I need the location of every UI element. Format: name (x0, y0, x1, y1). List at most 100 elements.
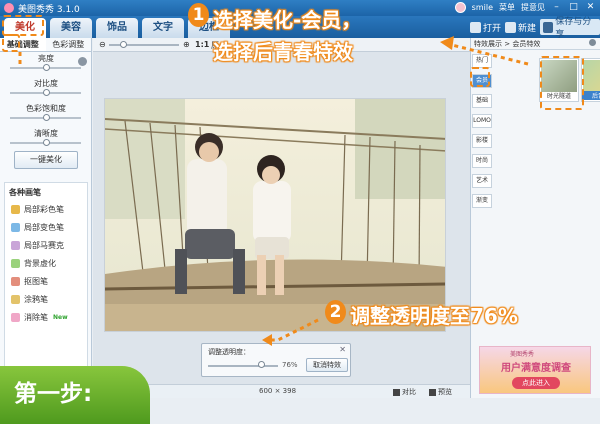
category-art[interactable]: 艺术 (472, 174, 492, 188)
ad-brand: 美图秀秀 (510, 351, 535, 358)
category-gradient[interactable]: 渐变 (472, 194, 492, 208)
highlight-left-corner (2, 34, 20, 52)
category-lomo[interactable]: LOMO (472, 114, 492, 128)
highlight-vip-category (470, 67, 490, 87)
brush-section: 各种画笔 局部彩色笔 局部变色笔 局部马赛克 背景虚化 抠图笔 涂鸦笔 消除笔 N… (4, 182, 88, 367)
highlight-beautify-tab (2, 15, 44, 36)
one-click-beautify-button[interactable]: 一键美化 (14, 151, 78, 169)
scissors-icon (11, 276, 20, 286)
brush-background-blur[interactable]: 背景虚化 (5, 254, 87, 272)
preview-label: 预览 (438, 388, 452, 396)
highlight-post-youth-effect (540, 56, 584, 110)
slider-track[interactable] (10, 114, 81, 121)
plus-icon (505, 21, 516, 33)
menu-button[interactable]: 菜单 (499, 2, 515, 13)
mosaic-icon (11, 240, 20, 250)
category-basic[interactable]: 基础 (472, 94, 492, 108)
close-icon[interactable]: ✕ (585, 2, 596, 13)
blur-icon (11, 258, 20, 268)
brush-mosaic[interactable]: 局部马赛克 (5, 236, 87, 254)
save-share-button[interactable]: 保存与分享 (540, 17, 600, 40)
brush-label: 消除笔 (24, 312, 48, 322)
step-banner: 第一步: (0, 366, 150, 424)
avatar[interactable] (454, 2, 466, 13)
category-fashion[interactable]: 时尚 (472, 154, 492, 168)
slider-track[interactable] (10, 139, 81, 146)
ad-enter-button[interactable]: 点此进入 (512, 377, 560, 389)
brush-eraser[interactable]: 消除笔 New (5, 308, 87, 326)
category-studio[interactable]: 影楼 (472, 134, 492, 148)
slider-track[interactable] (10, 89, 81, 96)
brush-label: 局部变色笔 (24, 222, 64, 232)
panel-close-icon[interactable] (589, 39, 596, 46)
compare-button[interactable]: 对比 (393, 387, 416, 397)
photo-canvas[interactable] (104, 98, 446, 332)
new-label: 新建 (518, 23, 537, 34)
subtab-color[interactable]: 色彩调整 (46, 38, 92, 51)
pen-icon (11, 294, 20, 304)
slider-label: 清晰度 (34, 129, 58, 138)
brush-label: 局部马赛克 (24, 240, 64, 250)
slider-thumb[interactable] (42, 139, 50, 146)
open-button[interactable]: 打开 (470, 19, 501, 35)
maximize-icon[interactable]: □ (568, 2, 579, 13)
brush-icon (11, 222, 20, 232)
new-badge: New (53, 313, 68, 321)
username[interactable]: smile (472, 3, 493, 12)
step-1-badge: 1 (188, 3, 209, 27)
zoom-in-icon[interactable]: ⊕ (183, 40, 190, 49)
title-right-group: smile 菜单 提意见 – □ ✕ (454, 2, 596, 13)
editor-canvas-area: ⊖ ⊕ 1:1 原 调整透明度： ✕ 76% 取消特效 (93, 38, 470, 384)
category-hot[interactable]: 热门 (472, 54, 492, 68)
image-dimensions: 600 × 398 (259, 387, 297, 395)
brush-label: 背景虚化 (24, 258, 56, 268)
save-label: 保存与分享 (555, 17, 592, 40)
preview-icon (429, 388, 436, 396)
slider-brightness[interactable]: 亮度 (0, 52, 91, 77)
preview-button[interactable]: 预览 (429, 387, 452, 397)
folder-icon (470, 21, 481, 33)
zoom-out-icon[interactable]: ⊖ (99, 40, 106, 49)
tab-beauty[interactable]: 美容 (50, 18, 92, 38)
slider-contrast[interactable]: 对比度 (0, 77, 91, 102)
zoom-slider-thumb[interactable] (120, 41, 127, 48)
step-2-badge: 2 (325, 300, 346, 324)
tab-accessories[interactable]: 饰品 (96, 18, 138, 38)
brush-doodle[interactable]: 涂鸦笔 (5, 290, 87, 308)
adjust-sliders: 亮度 对比度 色彩饱和度 清晰度 (0, 52, 91, 152)
compare-icon (393, 388, 400, 396)
minimize-icon[interactable]: – (551, 2, 562, 13)
cancel-effect-button[interactable]: 取消特效 (306, 358, 348, 372)
tab-text[interactable]: 文字 (142, 18, 184, 38)
brush-label: 涂鸦笔 (24, 294, 48, 304)
survey-ad-banner[interactable]: 美图秀秀 用户满意度调查 点此进入 (479, 346, 591, 394)
photo-image (105, 99, 445, 331)
brush-title: 各种画笔 (9, 188, 41, 197)
brush-icon (11, 204, 20, 214)
compare-label: 对比 (402, 388, 416, 396)
slider-sharpness[interactable]: 清晰度 (0, 127, 91, 152)
effect-preview-image (583, 60, 600, 92)
brush-local-color[interactable]: 局部彩色笔 (5, 200, 87, 218)
new-button[interactable]: 新建 (505, 19, 536, 35)
brush-label: 抠图笔 (24, 276, 48, 286)
slider-label: 亮度 (38, 54, 54, 63)
brush-local-recolor[interactable]: 局部变色笔 (5, 218, 87, 236)
slider-saturation[interactable]: 色彩饱和度 (0, 102, 91, 127)
breadcrumb: 特效展示 > 会员特效 (474, 40, 541, 48)
slider-label: 对比度 (34, 79, 58, 88)
slider-thumb[interactable] (42, 64, 50, 71)
window-title: 美图秀秀 3.1.0 (18, 5, 80, 15)
brush-cutout[interactable]: 抠图笔 (5, 272, 87, 290)
opacity-value: 76% (282, 361, 298, 369)
actual-size-button[interactable]: 1:1 (195, 40, 209, 49)
feedback-button[interactable]: 提意见 (521, 2, 545, 13)
slider-thumb[interactable] (42, 89, 50, 96)
dialog-close-icon[interactable]: ✕ (339, 345, 346, 354)
opacity-slider-track[interactable] (208, 365, 278, 367)
opacity-dialog: 调整透明度： ✕ 76% 取消特效 (201, 343, 351, 377)
slider-track[interactable] (10, 64, 81, 71)
opacity-dialog-title: 调整透明度： (208, 348, 250, 356)
slider-thumb[interactable] (42, 114, 50, 121)
step-1-instruction-line-1: 选择美化-会员， (213, 8, 362, 32)
